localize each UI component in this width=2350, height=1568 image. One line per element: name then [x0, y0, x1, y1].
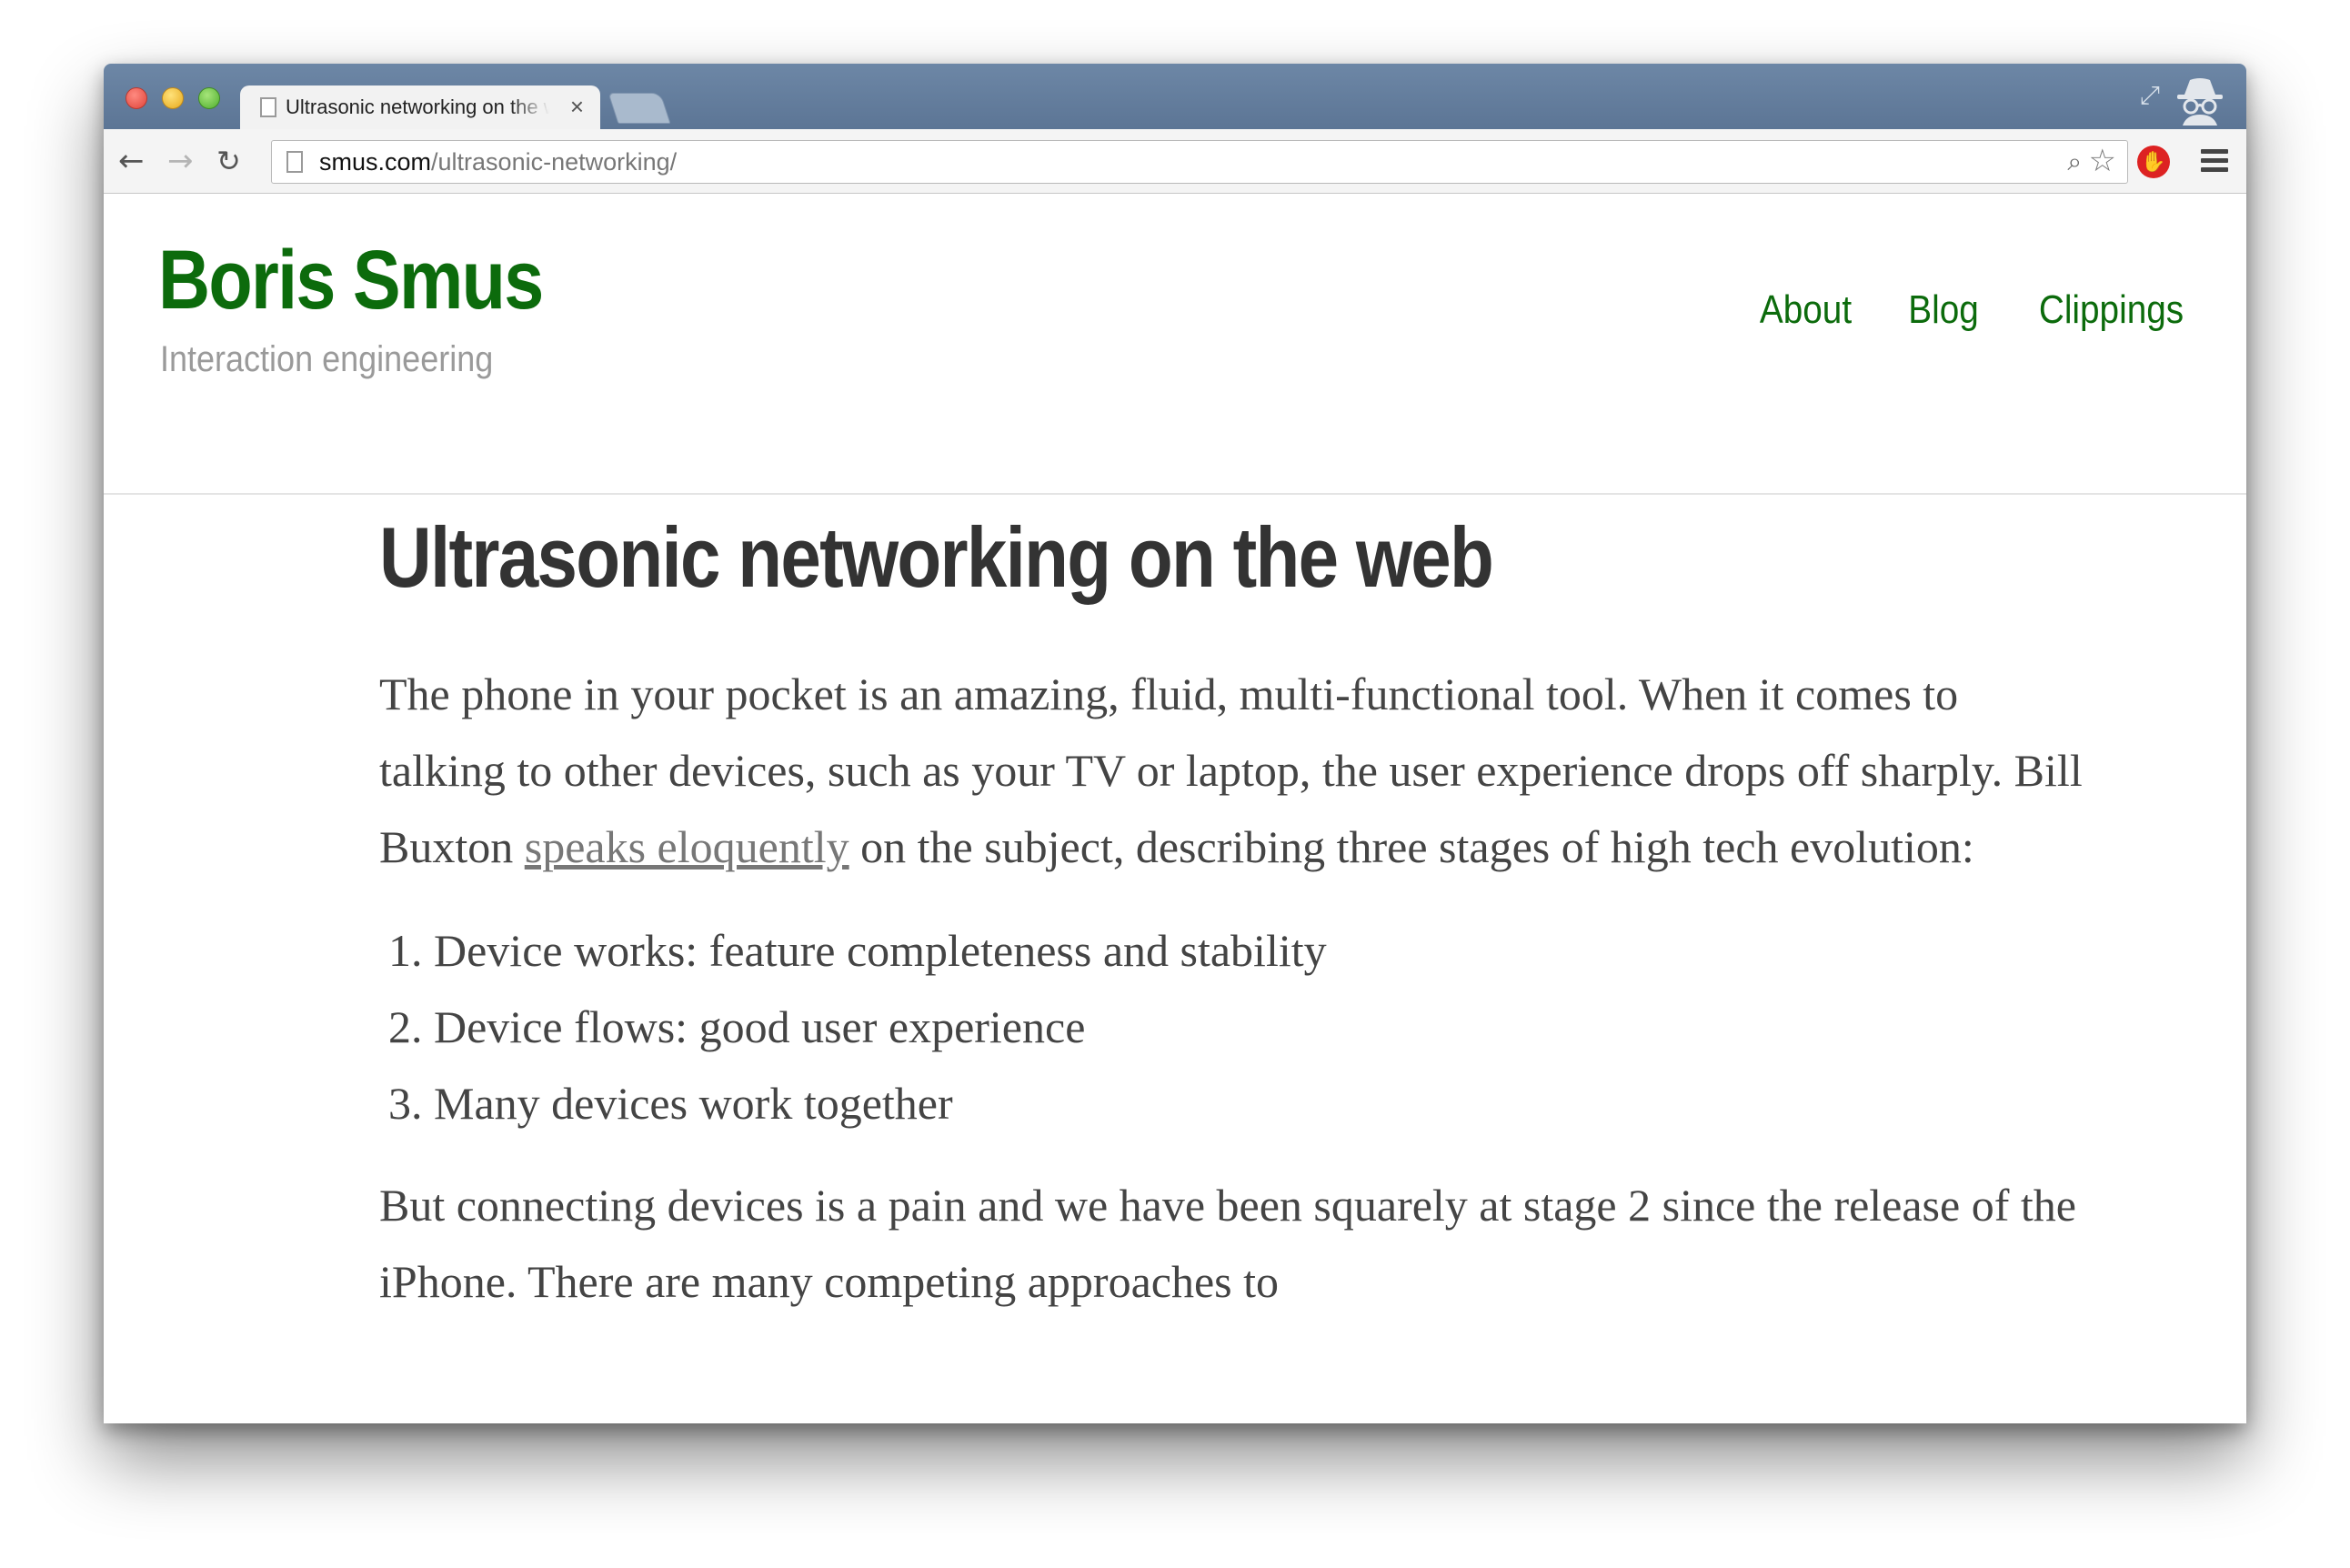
fullscreen-icon[interactable]: ⤢ [2140, 82, 2160, 109]
nav-link-clippings[interactable]: Clippings [2039, 285, 2184, 336]
article-paragraph: The phone in your pocket is an amazing, … [379, 656, 2089, 885]
browser-window: Ultrasonic networking on the web × ⤢ ← →… [104, 64, 2246, 1423]
paragraph-text: on the subject, describing three stages … [849, 821, 1974, 872]
site-tagline: Interaction engineering [160, 339, 494, 379]
article-paragraph: But connecting devices is a pain and we … [379, 1180, 2076, 1307]
adblock-icon[interactable]: ✋ [2137, 146, 2170, 178]
page-icon [286, 151, 303, 173]
tab-close-icon[interactable]: × [570, 93, 584, 120]
stages-list: Device works: feature completeness and s… [379, 912, 2089, 1141]
site-nav: About Blog Clippings [1753, 285, 2194, 336]
tab-active[interactable]: Ultrasonic networking on the web × [240, 85, 600, 129]
url-host: smus.com [319, 148, 432, 176]
nav-link-about[interactable]: About [1760, 285, 1852, 336]
star-icon[interactable]: ☆ [2089, 145, 2116, 177]
forward-arrow-icon[interactable]: → [167, 144, 194, 178]
menu-icon[interactable] [2201, 149, 2228, 173]
list-item: Device flows: good user experience [434, 989, 2089, 1065]
browser-toolbar: ← → ↻ smus.com/ultrasonic-networking/ ⌕ … [104, 129, 2246, 194]
new-tab-button[interactable] [608, 93, 671, 124]
zoom-window-button[interactable] [198, 87, 220, 109]
site-header: Boris Smus Interaction engineering About… [104, 194, 2246, 495]
list-item: Many devices work together [434, 1065, 2089, 1141]
site-title[interactable]: Boris Smus [158, 230, 544, 330]
list-item: Device works: feature completeness and s… [434, 912, 2089, 989]
incognito-icon [2177, 78, 2223, 126]
close-window-button[interactable] [126, 87, 147, 109]
minimize-window-button[interactable] [162, 87, 184, 109]
web-page: Boris Smus Interaction engineering About… [104, 194, 2246, 1423]
article: Ultrasonic networking on the web The pho… [379, 503, 2089, 1320]
url-text[interactable]: smus.com/ultrasonic-networking/ [319, 148, 677, 176]
url-path: /ultrasonic-networking/ [431, 148, 678, 176]
address-bar[interactable]: smus.com/ultrasonic-networking/ ⌕ ☆ [271, 140, 2128, 184]
zoom-icon[interactable]: ⌕ [2067, 148, 2082, 176]
reload-icon[interactable]: ↻ [216, 144, 241, 178]
article-title: Ultrasonic networking on the web [379, 509, 1494, 605]
tab-strip: Ultrasonic networking on the web × ⤢ [104, 64, 2246, 129]
tab-title: Ultrasonic networking on the web [286, 95, 549, 118]
page-icon [260, 97, 276, 117]
back-arrow-icon[interactable]: ← [118, 144, 145, 178]
speaks-eloquently-link[interactable]: speaks eloquently [525, 821, 849, 872]
nav-link-blog[interactable]: Blog [1908, 285, 1979, 336]
